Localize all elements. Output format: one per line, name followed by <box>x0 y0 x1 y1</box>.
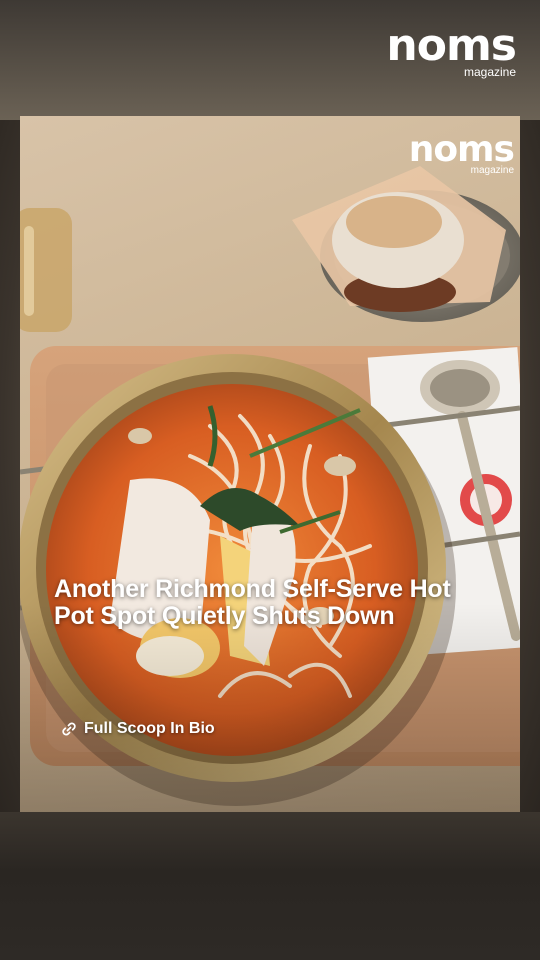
brand-logo-word: noms <box>386 20 517 71</box>
food-photo: noms magazine <box>20 116 520 812</box>
photo-watermark-logo: noms magazine <box>390 129 515 176</box>
post-headline: Another Richmond Self-Serve Hot Pot Spot… <box>54 575 451 630</box>
link-icon <box>60 720 78 738</box>
bio-link-label: Full Scoop In Bio <box>84 720 215 737</box>
brand-logo: noms magazine <box>360 20 517 79</box>
watermark-word: noms <box>408 129 515 170</box>
bio-link-callout: Full Scoop In Bio <box>60 720 215 738</box>
background-bottom-band <box>0 812 540 960</box>
photo-vignette <box>20 116 520 812</box>
hot-pot-illustration <box>20 116 520 812</box>
